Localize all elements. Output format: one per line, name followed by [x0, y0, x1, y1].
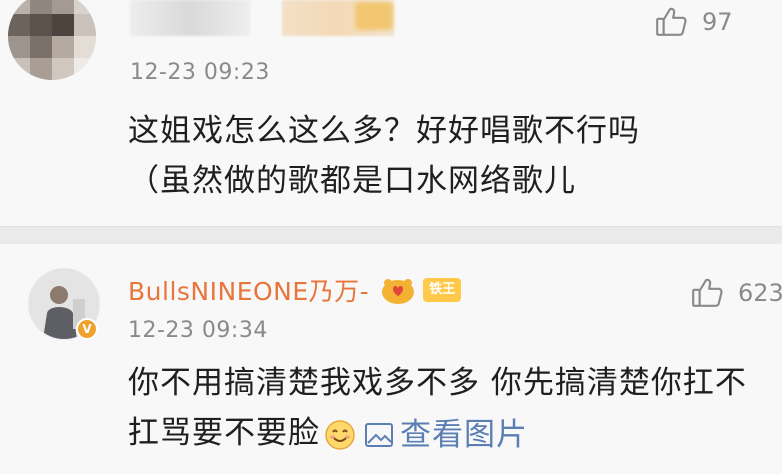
comment-timestamp: 12-23 09:23: [130, 60, 270, 85]
verified-badge: V: [76, 318, 98, 340]
comment-text-line: 扛骂要不要脸: [128, 415, 320, 451]
comment-text: 这姐戏怎么这么多？好好唱歌不行吗 （虽然做的歌都是口水网络歌儿: [128, 106, 768, 206]
smiley-emoji-icon: [320, 419, 356, 451]
comment-text-line: 这姐戏怎么这么多？好好唱歌不行吗: [128, 113, 640, 149]
picture-icon: [365, 422, 393, 447]
thumbs-up-icon: [656, 7, 687, 36]
thumbs-up-icon: [692, 278, 723, 307]
view-picture-label: 查看图片: [400, 416, 528, 453]
comment-text-line: （虽然做的歌都是口水网络歌儿: [128, 163, 576, 199]
like-button[interactable]: 623: [690, 276, 782, 310]
view-picture-link[interactable]: 查看图片: [364, 410, 528, 460]
commenter-avatar[interactable]: [8, 0, 96, 80]
username[interactable]: BullsNINEONE乃万-: [128, 272, 369, 308]
comment-text: 你不用搞清楚我戏多不多 你先搞清楚你扛不 扛骂要不要脸 查看图片: [128, 358, 747, 460]
comment-text-line: 你不用搞清楚我戏多不多 你先搞清楚你扛不: [128, 365, 747, 401]
avatar-mosaic: [8, 0, 96, 80]
fan-badge: 铁王: [423, 278, 462, 302]
comment-timestamp: 12-23 09:34: [128, 318, 268, 343]
blurred-username[interactable]: [130, 0, 400, 40]
fan-heart-icon: [381, 275, 415, 305]
like-count: 97: [702, 8, 733, 36]
like-button[interactable]: 97: [654, 5, 733, 39]
user-row: BullsNINEONE乃万- 铁王: [128, 272, 462, 308]
comment-divider: [0, 226, 782, 245]
like-count: 623: [738, 279, 782, 307]
comment-1: 97 12-23 09:23 这姐戏怎么这么多？好好唱歌不行吗 （虽然做的歌都是…: [0, 0, 782, 226]
